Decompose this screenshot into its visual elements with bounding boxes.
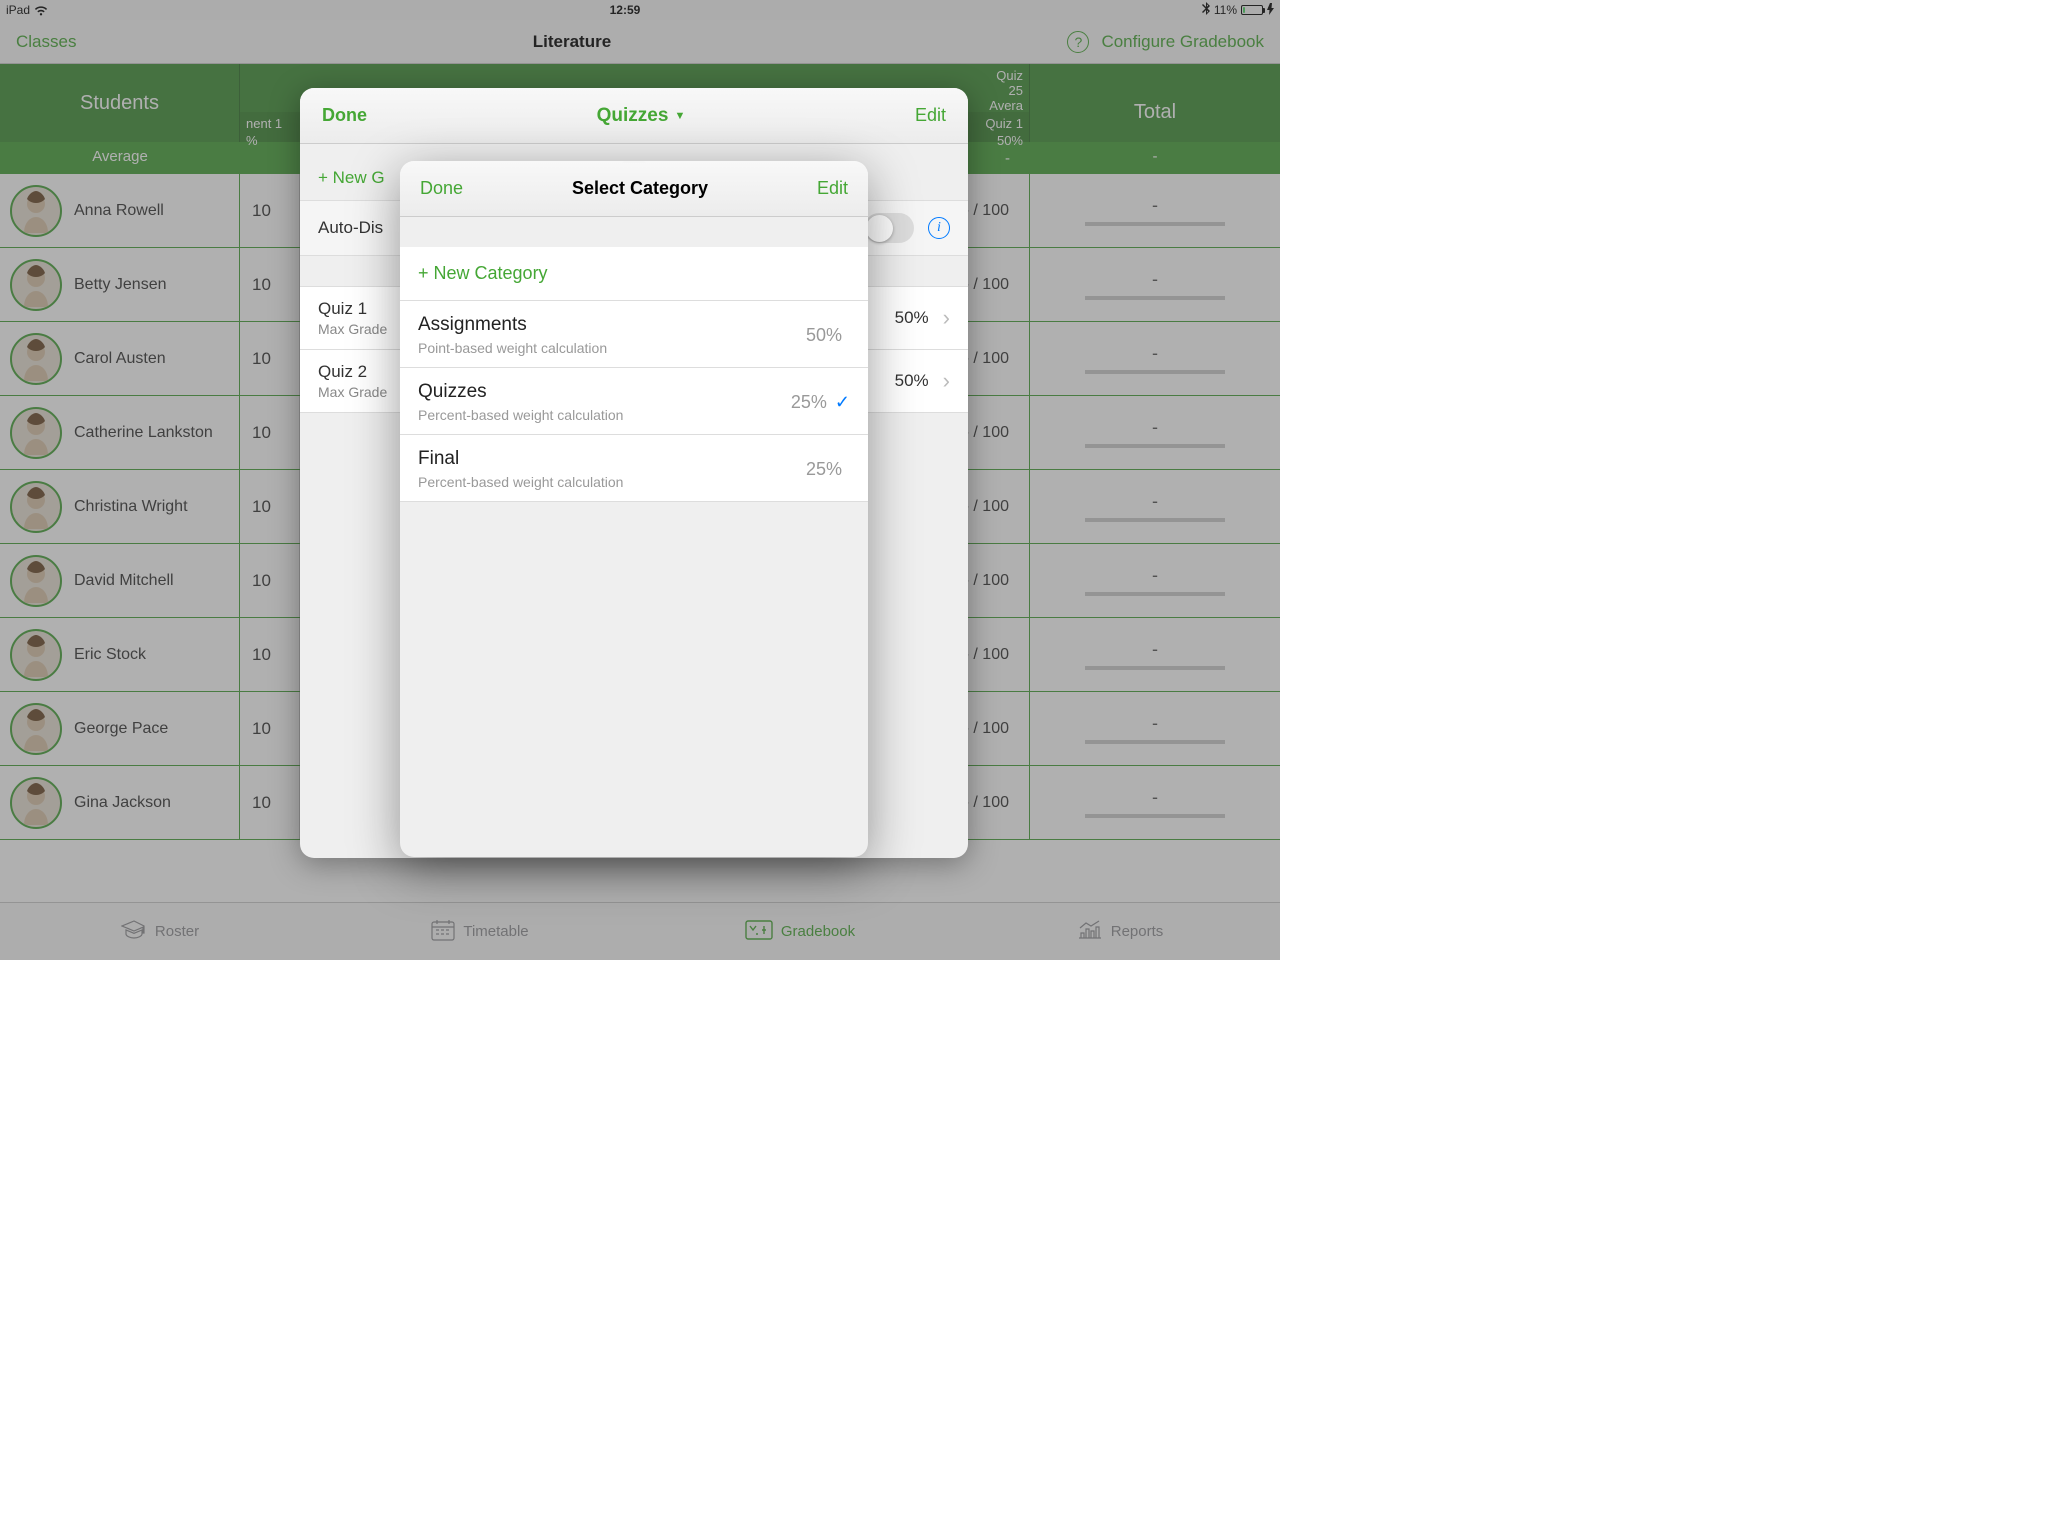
caret-down-icon: ▼: [674, 110, 685, 122]
quiz2-name: Quiz 2: [318, 362, 387, 382]
new-category-button[interactable]: + New Category: [400, 247, 868, 301]
category-desc: Point-based weight calculation: [418, 340, 806, 356]
edit-button[interactable]: Edit: [817, 178, 848, 199]
quiz1-weight: 50%: [895, 308, 929, 328]
max-grade-label: Max Grade: [318, 384, 387, 400]
auto-distribute-toggle[interactable]: [864, 213, 914, 243]
done-button[interactable]: Done: [322, 105, 367, 126]
category-row[interactable]: Assignments Point-based weight calculatio…: [400, 301, 868, 368]
category-row[interactable]: Quizzes Percent-based weight calculation2…: [400, 368, 868, 435]
category-name: Quizzes: [418, 381, 791, 403]
chevron-right-icon: ›: [943, 368, 950, 394]
checkmark-icon: ✓: [835, 392, 850, 413]
category-pct: 25%: [806, 459, 842, 480]
quiz2-weight: 50%: [895, 371, 929, 391]
chevron-right-icon: ›: [943, 305, 950, 331]
done-button[interactable]: Done: [420, 178, 463, 199]
category-dropdown[interactable]: Quizzes▼: [597, 105, 686, 127]
category-name: Final: [418, 448, 806, 470]
category-pct: 25%: [791, 392, 827, 413]
category-desc: Percent-based weight calculation: [418, 407, 791, 423]
category-pct: 50%: [806, 325, 842, 346]
info-icon[interactable]: i: [928, 217, 950, 239]
edit-button[interactable]: Edit: [915, 105, 946, 126]
max-grade-label: Max Grade: [318, 321, 387, 337]
quiz1-name: Quiz 1: [318, 299, 387, 319]
category-name: Assignments: [418, 314, 806, 336]
select-category-popover: Done Select Category Edit + New Category…: [400, 161, 868, 857]
category-row[interactable]: Final Percent-based weight calculation25%: [400, 435, 868, 502]
category-desc: Percent-based weight calculation: [418, 474, 806, 490]
auto-distribute-label: Auto-Dis: [318, 218, 383, 238]
select-category-title: Select Category: [572, 178, 708, 199]
